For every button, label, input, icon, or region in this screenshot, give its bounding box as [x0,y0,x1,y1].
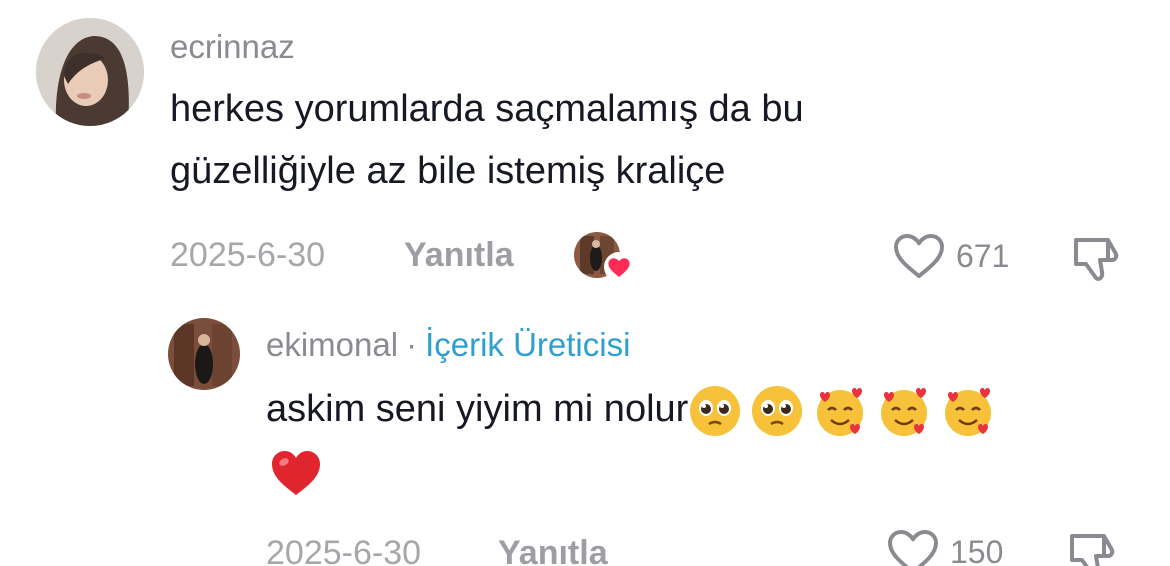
reply-reply-button[interactable]: Yanıtla [498,534,608,566]
pleading-face-emoji [690,385,741,436]
creator-badge: İçerik Üreticisi [425,326,631,363]
comment-text-line-2: güzelliğiyle az bile istemiş kraliçe [170,150,726,192]
heart-icon [604,252,634,282]
smiling-face-with-hearts-emoji [817,387,864,436]
avatar[interactable] [36,18,144,126]
heart-outline-icon [894,234,944,278]
heart-outline-icon [888,530,938,566]
dislike-button[interactable] [1070,234,1124,289]
reply-dislike-button[interactable] [1066,530,1120,566]
like-button[interactable]: 671 [892,232,1009,280]
reply-text: askim seni yiyim mi nolur [266,378,1146,502]
badge-separator: · [406,326,418,363]
comment-text: herkes yorumlarda saçmalamış da bu güzel… [170,78,804,202]
avatar-image [36,18,144,126]
pleading-face-emoji [752,385,803,436]
comment-username[interactable]: ecrinnaz [170,28,295,66]
smiling-face-with-hearts-emoji [945,387,992,436]
comment-text-line-1: herkes yorumlarda saçmalamış da bu [170,88,804,130]
reply-like-button[interactable]: 150 [886,528,1003,566]
reply-avatar-image [168,318,240,390]
reply-text-content: askim seni yiyim mi nolur [266,388,689,430]
reply-avatar[interactable] [168,318,240,390]
reply-button[interactable]: Yanıtla [404,236,514,275]
reply-username[interactable]: ekimonal [266,326,398,363]
comments-panel: ecrinnaz herkes yorumlarda saçmalamış da… [0,0,1170,566]
thumbs-down-icon [1074,238,1119,281]
red-heart-emoji [272,450,320,495]
comment-date: 2025-6-30 [170,236,326,274]
creator-liked-indicator [574,232,634,282]
reply-date: 2025-6-30 [266,534,422,566]
smiling-face-with-hearts-emoji [881,387,928,436]
like-count: 671 [956,237,1010,274]
reply-text-line-1: askim seni yiyim mi nolur [266,378,1146,440]
thumbs-down-icon [1070,534,1115,566]
reply-username-row: ekimonal · İçerik Üreticisi [266,326,630,364]
reply-like-count: 150 [950,533,1004,566]
reply-text-line-2 [266,440,1146,502]
